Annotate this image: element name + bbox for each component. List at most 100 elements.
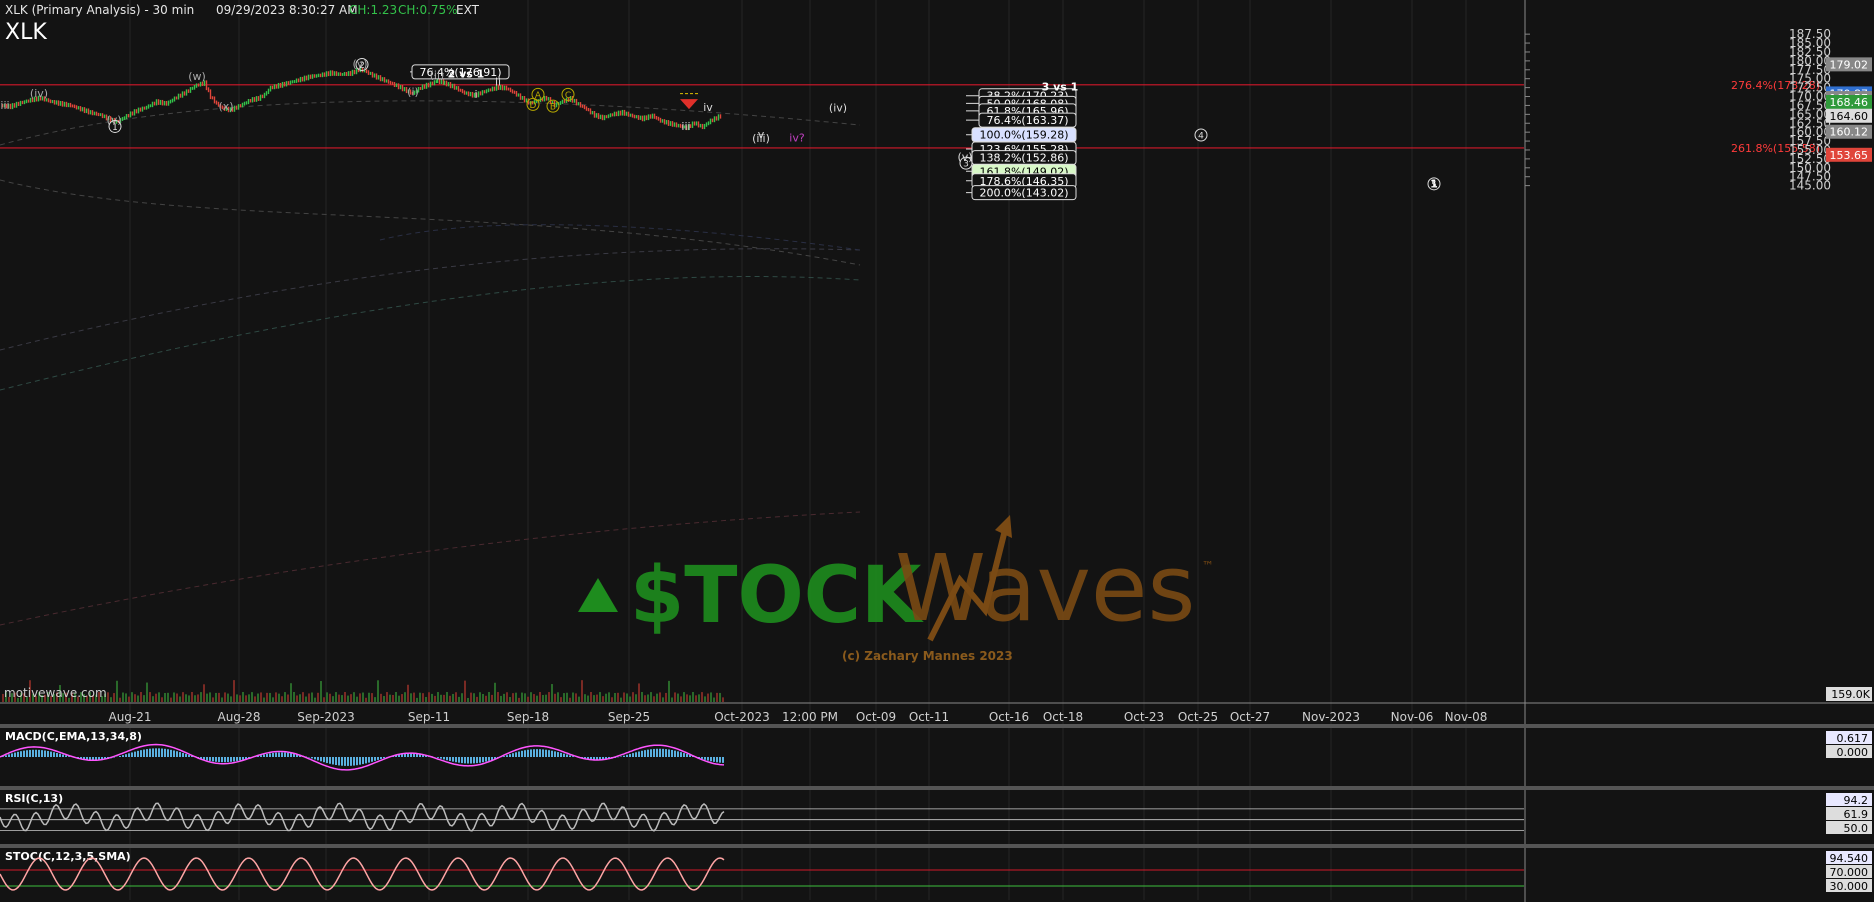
macd-hist-bar: [515, 752, 517, 757]
macd-hist-bar: [437, 757, 439, 758]
volume-bar: [287, 694, 289, 702]
x-tick-label: Oct-09: [856, 710, 896, 724]
macd-hist-bar: [263, 754, 265, 757]
x-tick-label: Oct-18: [1043, 710, 1083, 724]
macd-hist-bar: [527, 749, 529, 757]
volume-bar: [410, 693, 412, 702]
volume-bar: [218, 692, 220, 702]
volume-bar: [554, 693, 556, 702]
macd-hist-bar: [326, 757, 328, 764]
macd-hist-bar: [569, 755, 571, 757]
volume-bar: [518, 697, 520, 702]
macd-hist-bar: [635, 752, 637, 757]
volume-bar: [545, 694, 547, 702]
macd-hist-bar: [332, 757, 334, 765]
macd-hist-bar: [125, 754, 127, 757]
x-tick-label: Oct-16: [989, 710, 1029, 724]
volume-bar: [407, 684, 409, 702]
macd-hist-bar: [668, 749, 670, 757]
macd-hist-bar: [275, 752, 277, 757]
volume-bar: [686, 694, 688, 702]
indicator-tag: 61.9: [1844, 808, 1869, 821]
macd-hist-bar: [458, 757, 460, 763]
macd-hist-bar: [176, 751, 178, 757]
macd-hist-bar: [329, 757, 331, 764]
volume-bar: [194, 695, 196, 702]
macd-hist-bar: [407, 753, 409, 757]
volume-bar: [674, 692, 676, 702]
volume-bar: [329, 693, 331, 702]
volume-bar: [182, 692, 184, 702]
volume-bar: [338, 694, 340, 702]
volume-bar: [500, 695, 502, 702]
fib-level-label: 100.0%(159.28): [979, 129, 1068, 142]
macd-hist-bar: [269, 753, 271, 757]
volume-bar: [428, 692, 430, 702]
volume-bar: [185, 694, 187, 702]
macd-hist-bar: [362, 757, 364, 765]
macd-hist-bar: [173, 750, 175, 757]
volume-bar: [491, 694, 493, 702]
macd-hist-bar: [164, 748, 166, 757]
volume-bar: [713, 697, 715, 702]
macd-hist-bar: [524, 750, 526, 757]
volume-bar: [521, 692, 523, 702]
volume-bar: [539, 692, 541, 702]
macd-hist-bar: [707, 757, 709, 761]
x-tick-label: Sep-11: [408, 710, 450, 724]
volume-bar: [170, 697, 172, 702]
watermark-tm: ™: [1202, 559, 1214, 573]
macd-hist-bar: [557, 752, 559, 757]
macd-hist-bar: [512, 753, 514, 757]
indicator-tag: 70.000: [1830, 866, 1869, 879]
macd-hist-bar: [620, 756, 622, 757]
volume-bar: [350, 694, 352, 702]
macd-hist-bar: [479, 757, 481, 763]
volume-bar: [392, 694, 394, 702]
macd-hist-bar: [140, 750, 142, 757]
macd-hist-bar: [26, 750, 28, 757]
macd-hist-bar: [566, 754, 568, 757]
wave-label: i: [474, 88, 477, 101]
volume-bar: [551, 684, 553, 702]
macd-hist-bar: [383, 757, 385, 759]
volume-bar: [140, 692, 142, 702]
macd-hist-bar: [62, 754, 64, 757]
chart-canvas[interactable]: $TOCK Waves ™ (c) Zachary Mannes 2023 27…: [0, 0, 1874, 902]
header-session: EXT: [456, 3, 480, 17]
volume-bar: [437, 692, 439, 702]
volume-bar: [206, 693, 208, 702]
volume-bar: [356, 696, 358, 702]
indicator-label: MACD(C,EMA,13,34,8): [5, 730, 142, 743]
macd-hist-bar: [17, 751, 19, 757]
volume-bar: [263, 697, 265, 702]
wave-label: iv: [703, 101, 713, 114]
wave-label: (ii): [430, 68, 445, 81]
circled-wave-label: D: [530, 101, 537, 111]
volume-bar: [227, 693, 229, 702]
macd-hist-bar: [656, 748, 658, 757]
volume-bar: [299, 694, 301, 702]
volume-bar: [290, 683, 292, 702]
volume-bar: [656, 693, 658, 702]
macd-hist-bar: [533, 749, 535, 757]
price-tag: 160.12: [1830, 126, 1869, 139]
volume-bar: [179, 696, 181, 702]
macd-hist-bar: [530, 749, 532, 757]
volume-bar: [317, 692, 319, 702]
volume-bar: [566, 692, 568, 702]
symbol-label: XLK: [5, 20, 47, 45]
volume-bar: [575, 693, 577, 702]
volume-bar: [581, 680, 583, 702]
macd-hist-bar: [563, 753, 565, 757]
volume-bar: [353, 692, 355, 702]
volume-bar: [110, 697, 112, 702]
macd-hist-bar: [686, 754, 688, 757]
circled-wave-label: 3: [963, 160, 969, 170]
macd-hist-bar: [704, 757, 706, 760]
volume-bar: [626, 693, 628, 702]
volume-bar: [482, 693, 484, 702]
macd-hist-bar: [476, 757, 478, 764]
macd-hist-bar: [227, 757, 229, 763]
macd-hist-bar: [650, 749, 652, 757]
